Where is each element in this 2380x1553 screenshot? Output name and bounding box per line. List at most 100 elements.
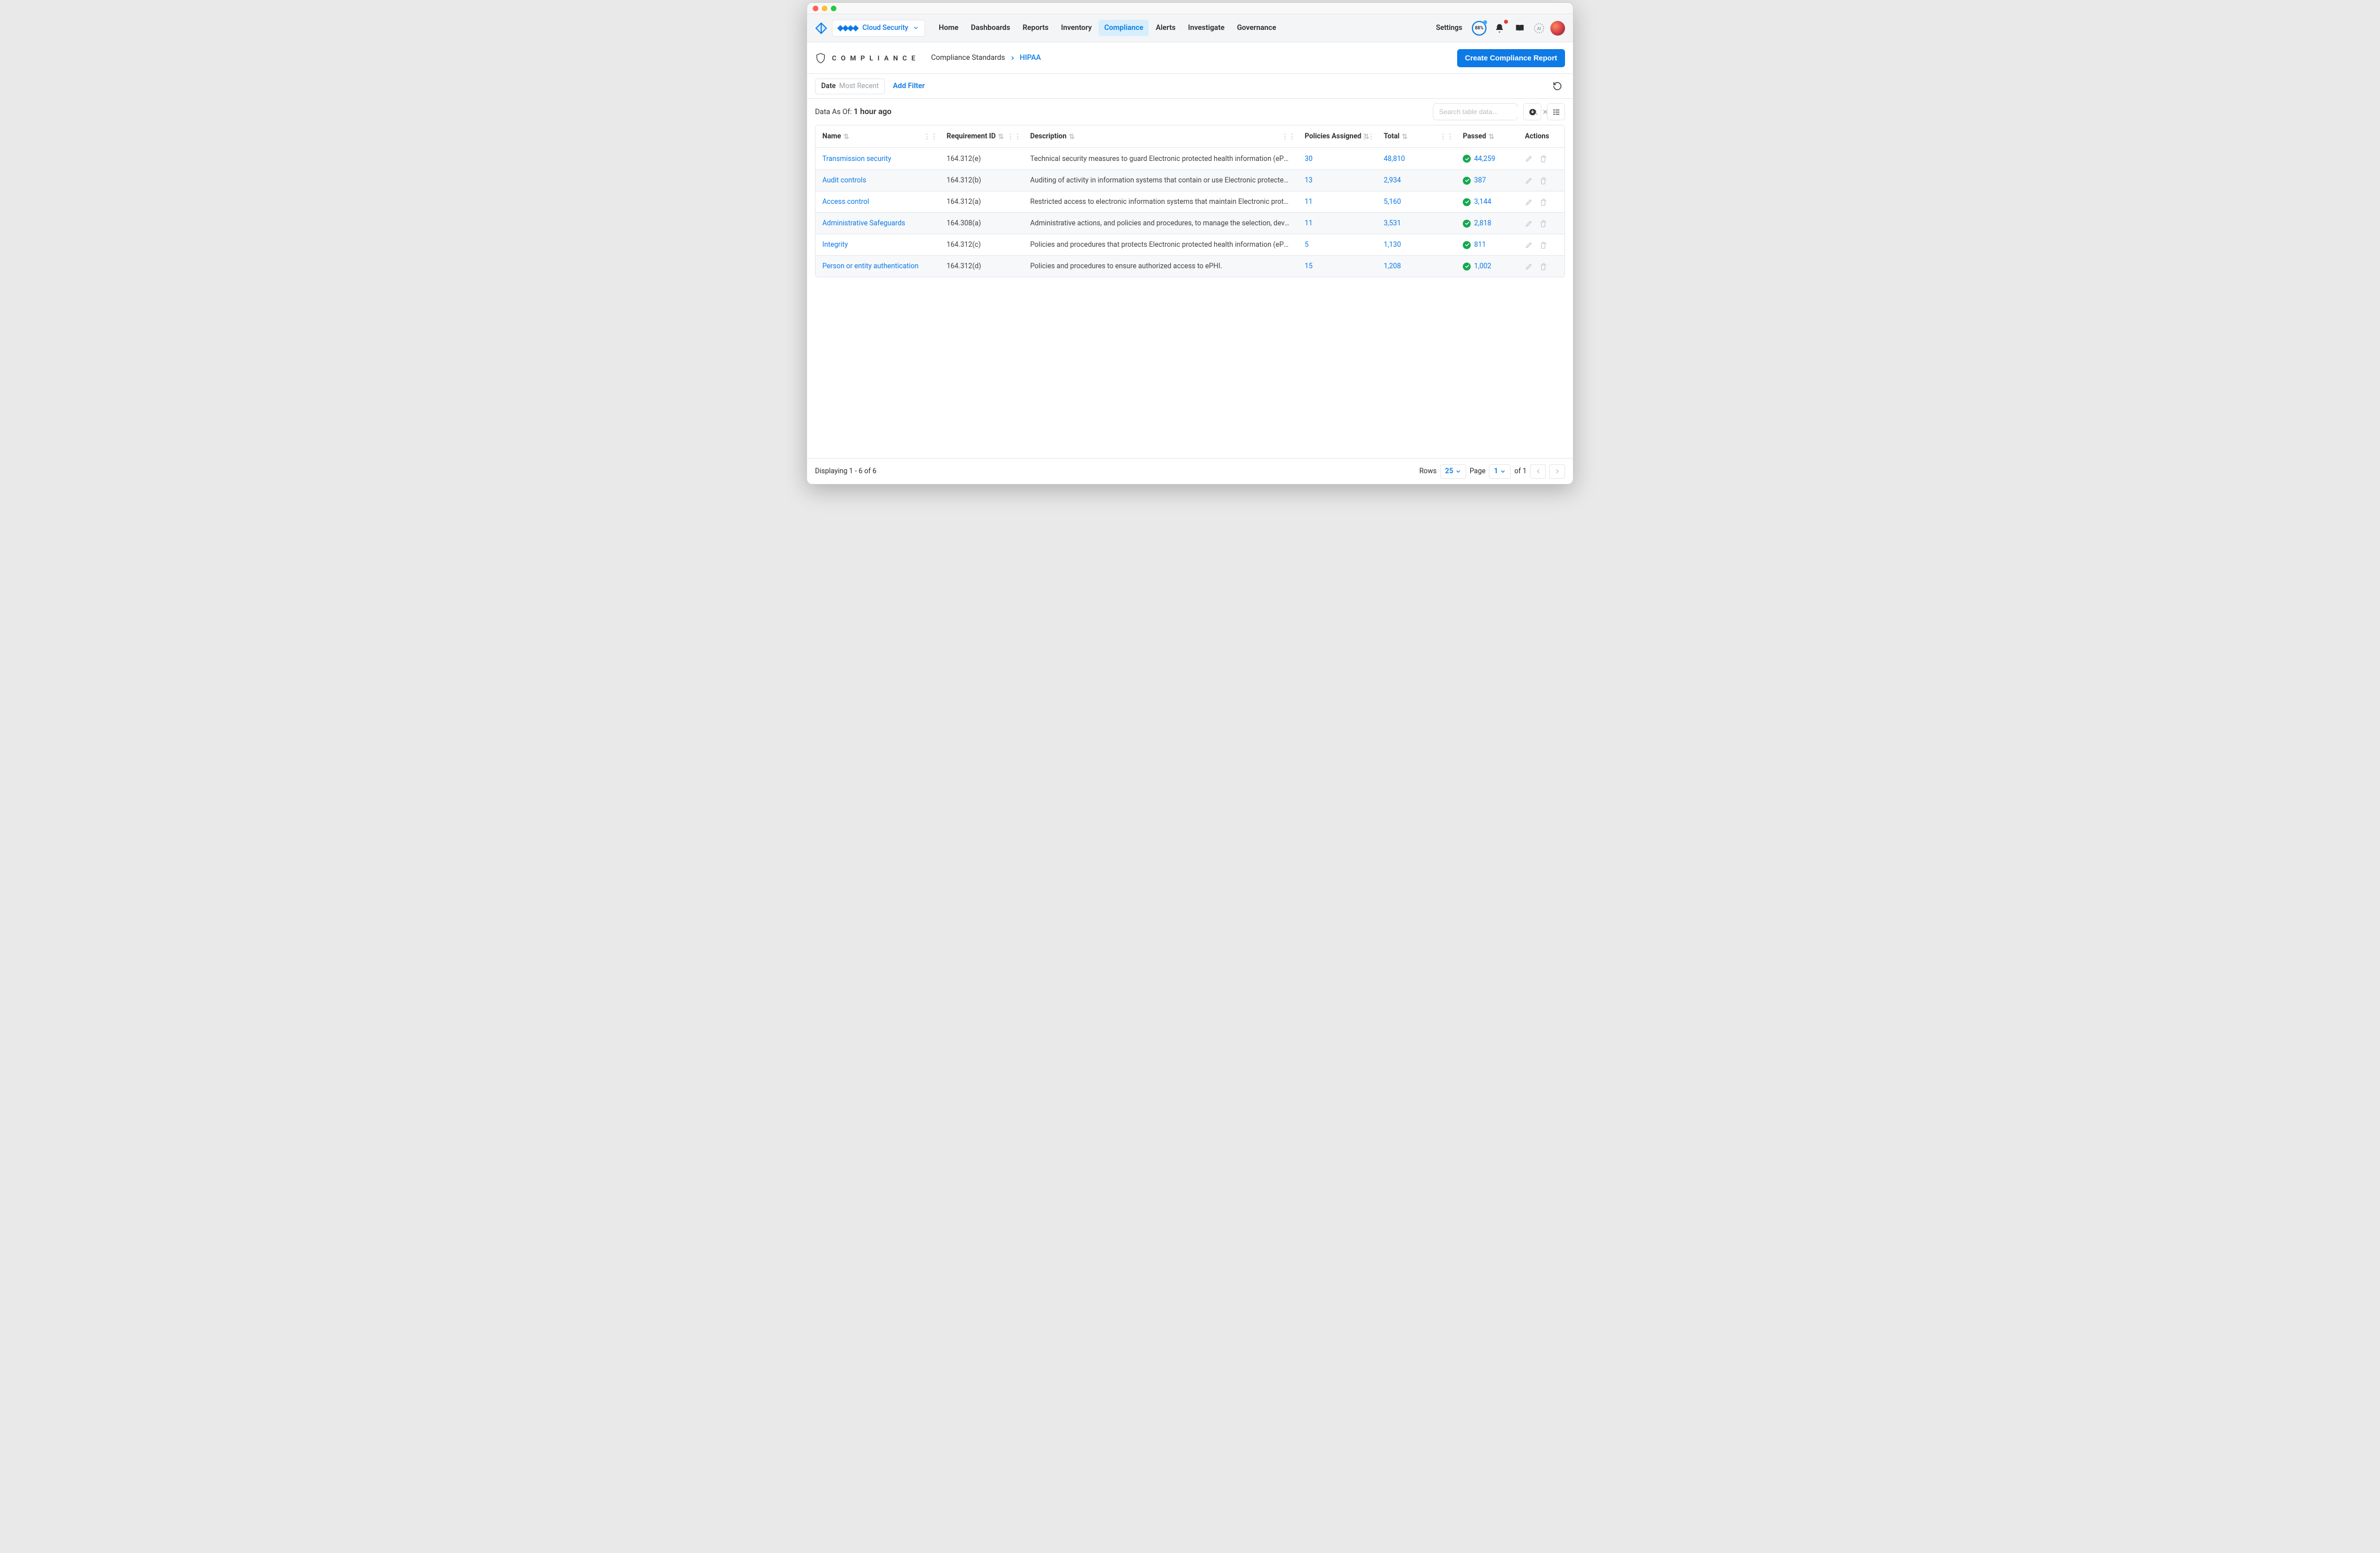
policies-link[interactable]: 11 — [1305, 219, 1313, 228]
chevron-down-icon — [1455, 469, 1461, 474]
reset-filters-button[interactable] — [1549, 78, 1565, 94]
th-requirement[interactable]: Requirement ID⇅⋮⋮ — [940, 125, 1023, 147]
delete-row-button[interactable] — [1540, 263, 1548, 271]
total-link[interactable]: 3,531 — [1384, 219, 1401, 228]
row-name-link[interactable]: Transmission security — [822, 155, 891, 163]
edit-row-button[interactable] — [1525, 155, 1533, 163]
th-name[interactable]: Name⇅⋮⋮ — [816, 125, 940, 147]
next-page-button[interactable] — [1549, 464, 1565, 479]
passed-link[interactable]: 3,144 — [1474, 198, 1492, 206]
policies-link[interactable]: 13 — [1305, 176, 1313, 185]
row-name-link[interactable]: Person or entity authentication — [822, 262, 918, 271]
total-link[interactable]: 48,810 — [1384, 155, 1405, 163]
passed-link[interactable]: 387 — [1474, 176, 1486, 185]
notifications-button[interactable] — [1492, 20, 1507, 36]
displaying-text: Displaying 1 - 6 of 6 — [815, 467, 877, 476]
maximize-window-icon[interactable] — [831, 6, 836, 11]
ai-assistant-button[interactable]: AI — [1532, 21, 1546, 35]
table-row: Transmission security164.312(e)Technical… — [816, 148, 1564, 169]
nav-home[interactable]: Home — [933, 20, 964, 36]
search-input[interactable] — [1438, 107, 1528, 116]
rows-per-page-selector[interactable]: 25 — [1440, 464, 1466, 479]
passed-link[interactable]: 1,002 — [1474, 262, 1492, 271]
top-bar: Cloud Security Home Dashboards Reports I… — [807, 14, 1573, 42]
grip-icon[interactable]: ⋮⋮ — [1440, 132, 1454, 141]
table-footer: Displaying 1 - 6 of 6 Rows 25 Page 1 of … — [807, 458, 1573, 484]
delete-row-button[interactable] — [1540, 220, 1548, 228]
passed-link[interactable]: 2,818 — [1474, 219, 1492, 228]
cell-name: Administrative Safeguards — [816, 219, 940, 228]
table-search[interactable] — [1433, 103, 1518, 120]
total-link[interactable]: 1,130 — [1384, 241, 1401, 249]
page-section-title: COMPLIANCE — [815, 53, 919, 64]
download-icon — [1528, 108, 1537, 116]
user-avatar[interactable] — [1550, 21, 1565, 36]
score-indicator[interactable]: 88% — [1471, 20, 1487, 36]
nav-inventory[interactable]: Inventory — [1056, 20, 1098, 36]
undo-icon — [1553, 81, 1562, 91]
edit-row-button[interactable] — [1525, 241, 1533, 249]
grip-icon[interactable]: ⋮⋮ — [1361, 132, 1375, 141]
minimize-window-icon[interactable] — [822, 6, 827, 11]
total-link[interactable]: 1,208 — [1384, 262, 1401, 271]
add-filter-button[interactable]: Add Filter — [893, 82, 925, 90]
edit-row-button[interactable] — [1525, 177, 1533, 185]
passed-link[interactable]: 811 — [1474, 241, 1486, 249]
nav-dashboards[interactable]: Dashboards — [965, 20, 1016, 36]
th-total[interactable]: Total⇅⋮⋮ — [1377, 125, 1456, 147]
th-policies[interactable]: Policies Assigned⇅⋮⋮ — [1298, 125, 1377, 147]
grip-icon[interactable]: ⋮⋮ — [1007, 132, 1021, 141]
grip-icon[interactable]: ⋮⋮ — [923, 132, 938, 141]
date-filter[interactable]: Date Most Recent — [815, 78, 885, 94]
columns-button[interactable] — [1547, 103, 1565, 120]
table-row: Integrity164.312(c)Policies and procedur… — [816, 234, 1564, 255]
settings-link[interactable]: Settings — [1436, 24, 1462, 32]
page-number-selector[interactable]: 1 — [1489, 464, 1511, 479]
nav-investigate[interactable]: Investigate — [1182, 20, 1230, 36]
section-title-text: COMPLIANCE — [832, 54, 919, 62]
row-name-link[interactable]: Administrative Safeguards — [822, 219, 905, 228]
nav-compliance[interactable]: Compliance — [1099, 20, 1149, 36]
ai-gear-icon: AI — [1533, 22, 1545, 34]
edit-row-button[interactable] — [1525, 198, 1533, 206]
grip-icon[interactable]: ⋮⋮ — [1281, 132, 1296, 141]
chevron-left-icon — [1535, 468, 1541, 474]
total-link[interactable]: 5,160 — [1384, 198, 1401, 206]
download-button[interactable] — [1523, 103, 1541, 120]
row-name-link[interactable]: Access control — [822, 198, 869, 206]
policies-link[interactable]: 15 — [1305, 262, 1313, 271]
th-description[interactable]: Description⇅⋮⋮ — [1023, 125, 1298, 147]
nav-alerts[interactable]: Alerts — [1150, 20, 1181, 36]
prev-page-button[interactable] — [1530, 464, 1546, 479]
delete-row-button[interactable] — [1540, 177, 1548, 185]
compliance-table: Name⇅⋮⋮ Requirement ID⇅⋮⋮ Description⇅⋮⋮… — [815, 125, 1565, 277]
row-name-link[interactable]: Integrity — [822, 241, 848, 249]
nav-governance[interactable]: Governance — [1231, 20, 1282, 36]
breadcrumb-root[interactable]: Compliance Standards — [931, 54, 1005, 62]
policies-link[interactable]: 30 — [1305, 155, 1313, 163]
delete-row-button[interactable] — [1540, 155, 1548, 163]
delete-row-button[interactable] — [1540, 241, 1548, 249]
breadcrumb-current: HIPAA — [1020, 54, 1041, 62]
cell-policies: 11 — [1298, 219, 1377, 228]
workspace-selector[interactable]: Cloud Security — [832, 20, 925, 37]
policies-link[interactable]: 11 — [1305, 198, 1313, 206]
docs-button[interactable] — [1512, 20, 1528, 36]
nav-reports[interactable]: Reports — [1017, 20, 1054, 36]
cell-description: Restricted access to electronic informat… — [1023, 198, 1298, 206]
edit-row-button[interactable] — [1525, 263, 1533, 271]
cell-passed: 1,002 — [1456, 262, 1518, 271]
create-report-button[interactable]: Create Compliance Report — [1457, 49, 1565, 67]
row-name-link[interactable]: Audit controls — [822, 176, 866, 185]
passed-link[interactable]: 44,259 — [1474, 155, 1496, 163]
date-filter-value: Most Recent — [839, 82, 879, 90]
delete-row-button[interactable] — [1540, 198, 1548, 206]
close-window-icon[interactable] — [813, 6, 818, 11]
edit-row-button[interactable] — [1525, 220, 1533, 228]
as-of-value: 1 hour ago — [853, 107, 891, 116]
th-passed[interactable]: Passed⇅ — [1456, 125, 1518, 147]
cell-description: Policies and procedures to ensure author… — [1023, 262, 1298, 271]
cell-total: 5,160 — [1377, 198, 1456, 206]
total-link[interactable]: 2,934 — [1384, 176, 1401, 185]
policies-link[interactable]: 5 — [1305, 241, 1309, 249]
